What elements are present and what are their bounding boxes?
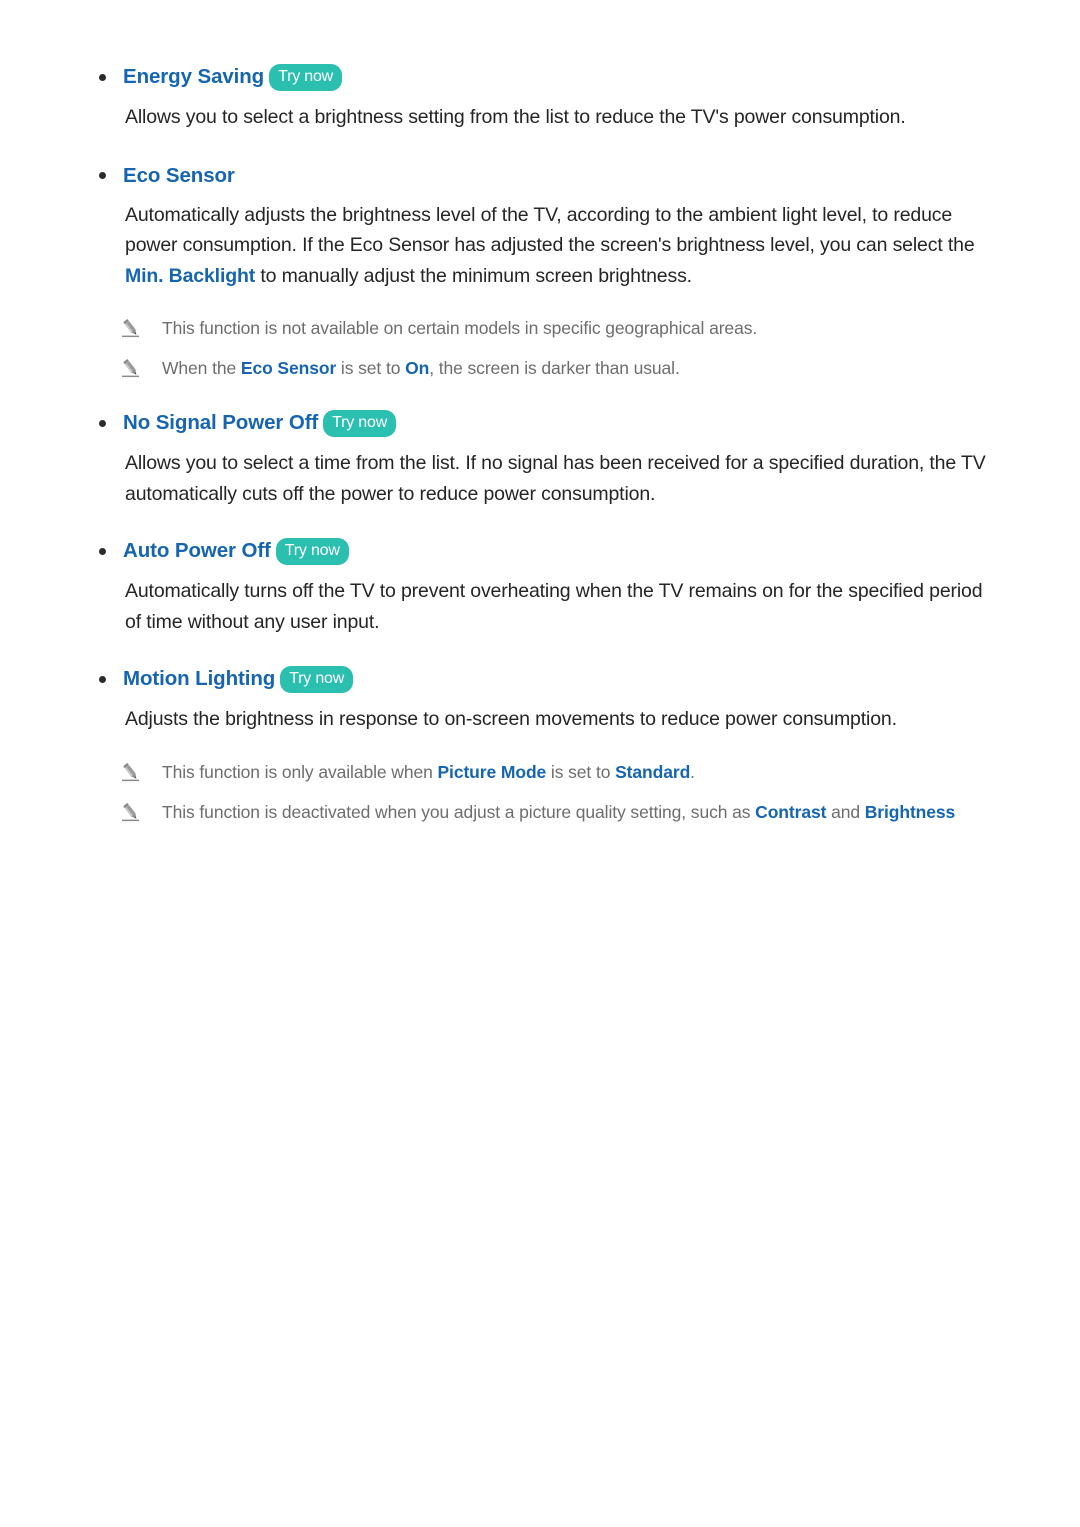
heading-energy-saving-text: Energy Saving — [123, 65, 265, 88]
note-text-part2: is set to — [336, 358, 406, 378]
keyword-min-backlight: Min. Backlight — [125, 264, 256, 287]
section-energy-saving: Energy Saving Try now Allows you to selec… — [90, 62, 990, 133]
heading-no-signal-power-off: No Signal Power Off Try now — [90, 408, 990, 439]
note-text: This function is deactivated when you ad… — [162, 799, 955, 825]
section-eco-sensor: Eco Sensor Automatically adjusts the bri… — [90, 161, 990, 382]
heading-motion-lighting: Motion Lighting Try now — [90, 664, 990, 695]
keyword-brightness: Brightness — [864, 801, 956, 822]
keyword-contrast: Contrast — [755, 801, 827, 822]
section-auto-power-off: Auto Power Off Try now Automatically turn… — [90, 536, 990, 637]
heading-motion-lighting-text: Motion Lighting — [123, 667, 276, 690]
heading-eco-sensor: Eco Sensor — [90, 161, 990, 191]
note-text-part1: This function is not available on certai… — [162, 318, 758, 338]
pencil-icon — [120, 317, 162, 343]
heading-no-signal-power-off-text: No Signal Power Off — [123, 411, 319, 434]
keyword-on: On — [405, 358, 430, 378]
note-text-part2: is set to — [546, 761, 616, 782]
note-text-part1: This function is deactivated when you ad… — [162, 801, 756, 822]
keyword-picture-mode: Picture Mode — [437, 761, 547, 782]
note-text-part1: This function is only available when — [162, 761, 438, 782]
keyword-eco-sensor: Eco Sensor — [240, 358, 337, 378]
body-auto-power-off: Automatically turns off the TV to preven… — [125, 580, 983, 633]
note-text: This function is only available when Pic… — [162, 759, 695, 785]
notes-motion-lighting: This function is only available when Pic… — [90, 759, 990, 825]
bullet-marker — [90, 676, 123, 683]
bullet-marker — [90, 172, 123, 179]
pencil-icon — [120, 801, 162, 827]
note-text-part3: , the screen is darker than usual. — [429, 358, 680, 378]
body-eco-sensor-part1: Automatically adjusts the brightness lev… — [125, 203, 975, 257]
heading-label: Auto Power Off Try now — [123, 536, 349, 567]
note-text-part1: When the — [162, 358, 241, 378]
try-now-badge-no-signal-power-off[interactable]: Try now — [323, 410, 397, 437]
note-text-part2: and — [826, 801, 865, 822]
pencil-icon — [120, 357, 162, 383]
heading-auto-power-off-text: Auto Power Off — [123, 539, 271, 562]
body-eco-sensor: Automatically adjusts the brightness lev… — [90, 200, 990, 292]
keyword-standard: Standard — [615, 761, 691, 782]
bullet-marker — [90, 548, 123, 555]
heading-label: No Signal Power Off Try now — [123, 408, 397, 439]
notes-eco-sensor: This function is not available on certai… — [90, 315, 990, 381]
body-motion-lighting: Adjusts the brightness in response to on… — [125, 708, 897, 730]
note-text: When the Eco Sensor is set to On, the sc… — [162, 355, 680, 381]
section-no-signal-power-off: No Signal Power Off Try now Allows you to… — [90, 408, 990, 509]
note-item: When the Eco Sensor is set to On, the sc… — [90, 355, 990, 381]
note-text-part3: . — [690, 761, 695, 782]
note-item: This function is only available when Pic… — [90, 759, 990, 785]
document-page: Energy Saving Try now Allows you to selec… — [0, 0, 1080, 1527]
bullet-marker — [90, 74, 123, 81]
heading-auto-power-off: Auto Power Off Try now — [90, 536, 990, 567]
body-energy-saving: Allows you to select a brightness settin… — [125, 106, 906, 128]
heading-label: Motion Lighting Try now — [123, 664, 354, 695]
heading-label: Eco Sensor — [123, 161, 235, 191]
heading-energy-saving: Energy Saving Try now — [90, 62, 990, 93]
heading-label: Energy Saving Try now — [123, 62, 343, 93]
pencil-icon — [120, 761, 162, 787]
note-item: This function is deactivated when you ad… — [90, 799, 990, 825]
try-now-badge-motion-lighting[interactable]: Try now — [280, 666, 354, 693]
body-no-signal-power-off: Allows you to select a time from the lis… — [125, 452, 986, 505]
try-now-badge-auto-power-off[interactable]: Try now — [275, 538, 349, 565]
bullet-marker — [90, 420, 123, 427]
try-now-badge-energy-saving[interactable]: Try now — [269, 64, 343, 91]
note-text: This function is not available on certai… — [162, 315, 757, 341]
note-item: This function is not available on certai… — [90, 315, 990, 341]
body-eco-sensor-part2: to manually adjust the minimum screen br… — [255, 264, 692, 287]
section-motion-lighting: Motion Lighting Try now Adjusts the brigh… — [90, 664, 990, 825]
heading-eco-sensor-text: Eco Sensor — [123, 163, 235, 187]
